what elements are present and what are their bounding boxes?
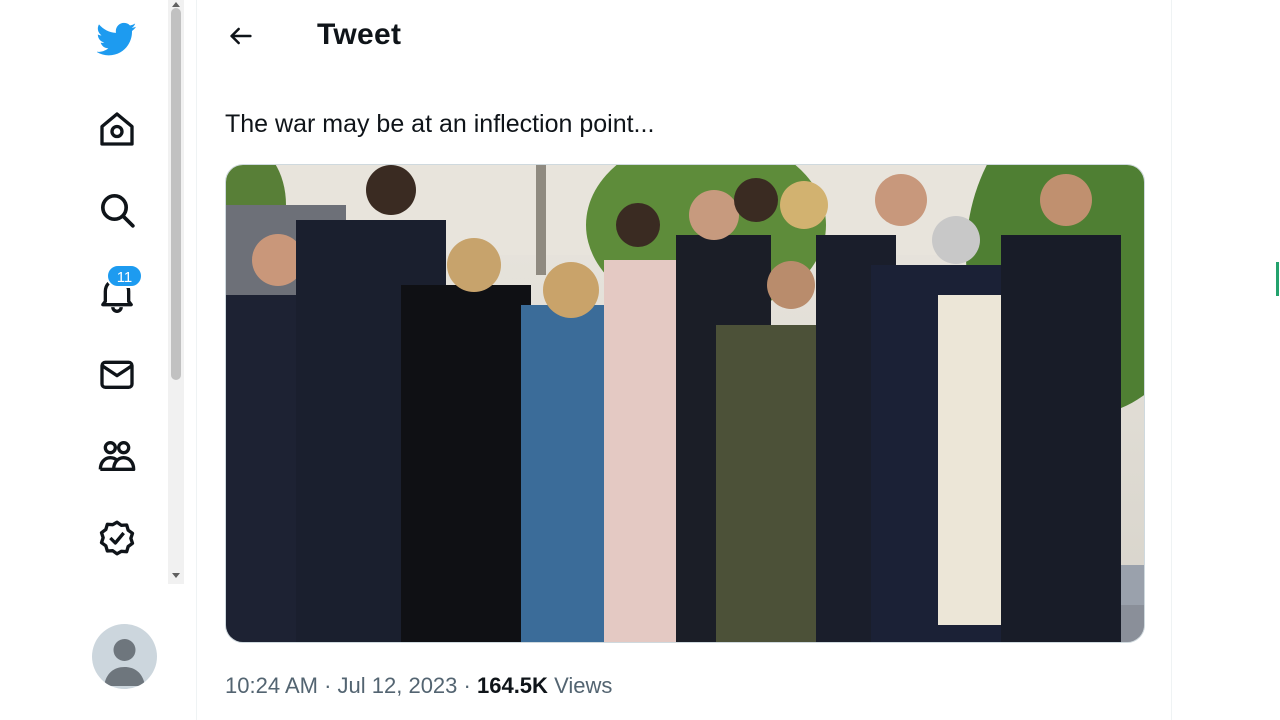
separator-dot: · (463, 673, 471, 698)
tweet-date[interactable]: Jul 12, 2023 (338, 673, 458, 698)
photo-group-of-people (226, 165, 1144, 642)
twitter-logo-icon[interactable] (94, 16, 140, 62)
home-icon[interactable] (94, 106, 140, 152)
views-count: 164.5K (476, 673, 548, 698)
separator-dot: · (324, 673, 332, 698)
verified-badge-icon[interactable] (94, 515, 140, 561)
communities-icon[interactable] (94, 433, 140, 479)
messages-mail-icon[interactable] (94, 351, 140, 397)
scrollbar-thumb[interactable] (171, 8, 181, 380)
page-title: Tweet (317, 18, 402, 51)
tweet-text: The war may be at an inflection point... (225, 110, 655, 138)
views-label: Views (554, 673, 613, 698)
scroll-down-arrow-icon[interactable] (172, 573, 180, 578)
scroll-up-arrow-icon[interactable] (172, 2, 180, 7)
window-edge-marker (1276, 262, 1279, 296)
sidebar-scrollbar[interactable] (168, 0, 184, 584)
side-nav: 11 (0, 0, 168, 720)
tweet-metadata: 10:24 AM · Jul 12, 2023 · 164.5K Views (225, 673, 612, 699)
tweet-photo[interactable] (225, 164, 1145, 643)
tweet-time[interactable]: 10:24 AM (225, 673, 318, 698)
back-arrow-icon[interactable] (225, 20, 257, 52)
tweet-detail-column: Tweet The war may be at an inflection po… (196, 0, 1172, 720)
search-icon[interactable] (94, 187, 140, 233)
notification-count-badge: 11 (106, 264, 143, 288)
user-avatar[interactable] (92, 624, 157, 689)
